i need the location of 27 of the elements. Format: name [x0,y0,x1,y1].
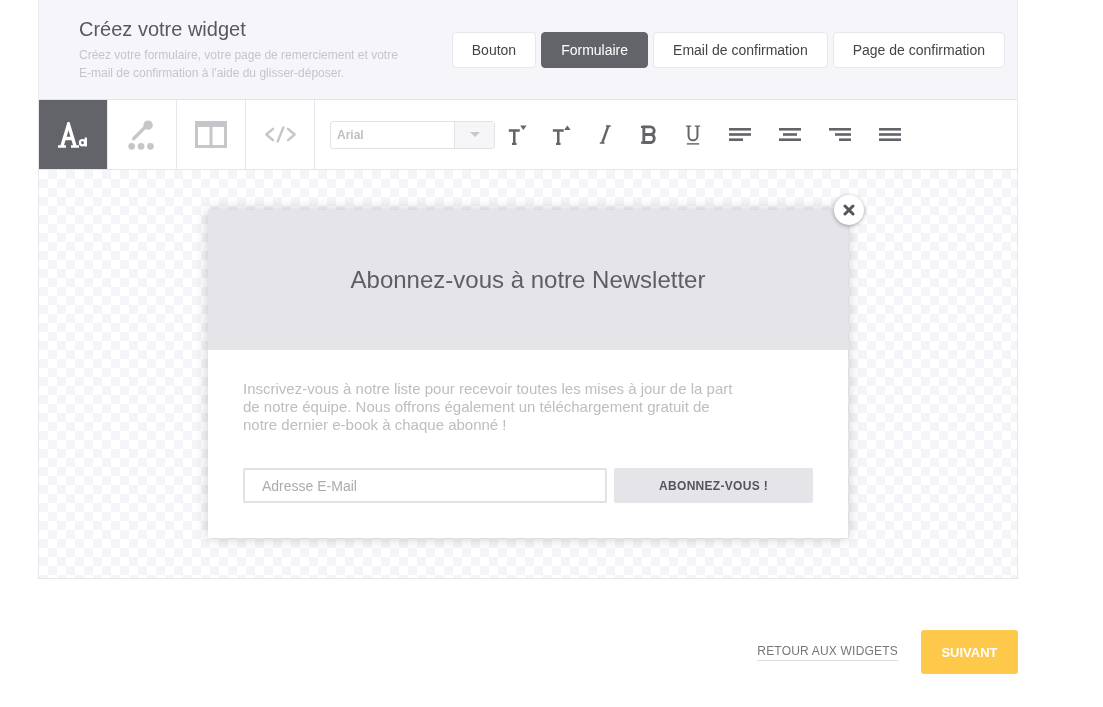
step-tab[interactable]: Page de confirmation [832,31,1005,68]
text-style-icon [57,121,89,148]
back-link[interactable]: RETOUR AUX WIDGETS [757,643,898,661]
step-tab[interactable]: Email de confirmation [653,31,828,68]
two-column-layout-icon [195,121,227,148]
step-tab[interactable]: Formulaire [541,31,649,68]
code-icon [263,126,297,143]
italic-icon [598,125,612,144]
subscribe-button[interactable]: ABONNEZ-VOUS ! [614,468,813,503]
step-tab[interactable]: Bouton [451,31,537,68]
page-title: Créez votre widget [79,17,247,41]
align-center-icon [779,128,801,141]
close-button[interactable] [834,195,864,225]
eyedropper-icon [127,119,157,150]
underline-icon [685,124,701,145]
font-size-down-icon [507,124,527,145]
email-field[interactable]: Adresse E-Mail [243,468,607,503]
popup-title: Abonnez-vous à notre Newsletter [350,266,706,294]
bold-icon [640,125,658,144]
text-style-tab[interactable] [39,100,108,169]
close-icon [843,204,855,216]
align-right-icon [829,128,851,141]
caret-icon [469,132,480,137]
popup-description: Inscrivez-vous à notre liste pour recevoir toutes les mises à jour de la part de notre équipe. Nous offrons également un téléchargement gratuit de notre dernier e-book à chaque abonné ! [243,380,734,434]
justify-icon [879,128,901,141]
align-left-icon [729,128,751,141]
font-size-up-icon [551,124,571,145]
